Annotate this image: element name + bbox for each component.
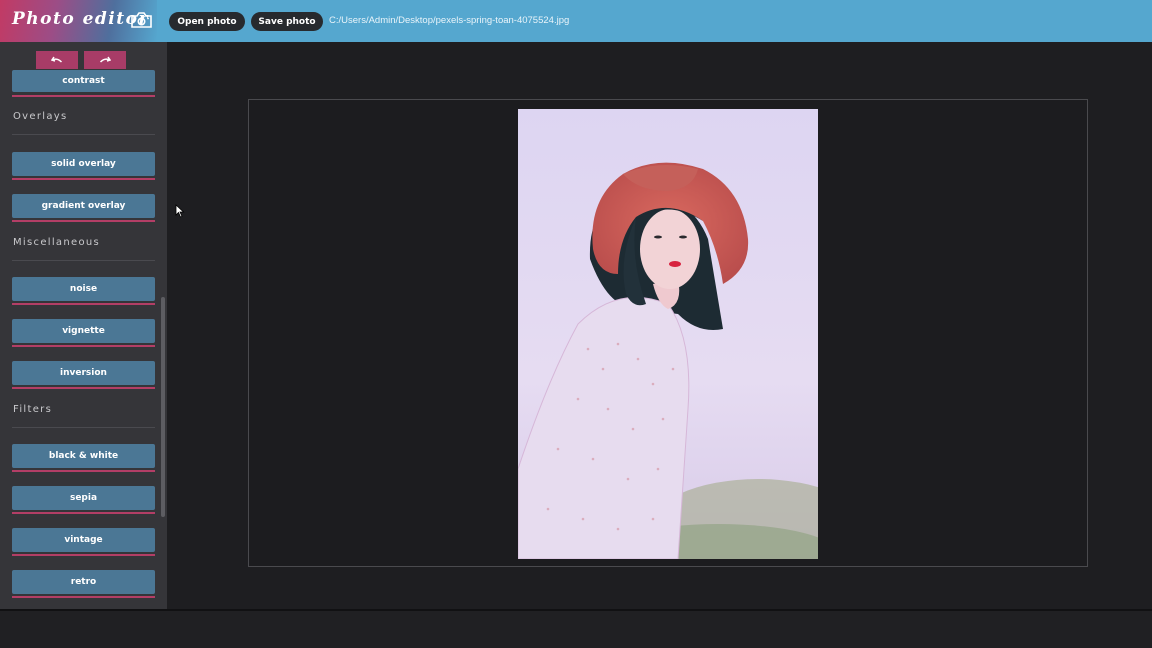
sidebar-scrollbar-thumb[interactable]	[161, 297, 165, 517]
status-bar	[0, 609, 1152, 648]
tool-underline	[12, 596, 155, 598]
vintage-button[interactable]: vintage	[12, 528, 155, 552]
mouse-cursor-icon	[175, 204, 185, 218]
app-title: Photo editor	[12, 9, 149, 29]
open-photo-button[interactable]: Open photo	[169, 12, 245, 31]
gradient-overlay-button[interactable]: gradient overlay	[12, 194, 155, 218]
tool-underline	[12, 345, 155, 347]
contrast-button[interactable]: contrast	[12, 70, 155, 92]
sepia-button[interactable]: sepia	[12, 486, 155, 510]
retro-button[interactable]: retro	[12, 570, 155, 594]
camera-icon	[131, 12, 152, 28]
section-divider	[12, 427, 155, 428]
section-title-miscellaneous: Miscellaneous	[13, 237, 101, 248]
photo-image	[518, 109, 818, 559]
tool-underline	[12, 178, 155, 180]
tool-underline	[12, 554, 155, 556]
redo-button[interactable]	[84, 51, 126, 69]
tool-underline	[12, 220, 155, 222]
noise-button[interactable]: noise	[12, 277, 155, 301]
file-path: C:/Users/Admin/Desktop/pexels-spring-toa…	[329, 15, 570, 26]
vignette-button[interactable]: vignette	[12, 319, 155, 343]
tool-underline	[12, 512, 155, 514]
tool-underline	[12, 387, 155, 389]
sidebar: contrast Overlays solid overlay gradient…	[0, 42, 167, 609]
inversion-button[interactable]: inversion	[12, 361, 155, 385]
undo-icon	[51, 56, 63, 63]
section-title-overlays: Overlays	[13, 111, 68, 122]
top-bar: Photo editor Open photo Save photo C:/Us…	[0, 0, 1152, 42]
undo-button[interactable]	[36, 51, 78, 69]
black-white-button[interactable]: black & white	[12, 444, 155, 468]
section-divider	[12, 260, 155, 261]
app-logo: Photo editor	[0, 0, 157, 42]
tool-underline	[12, 95, 155, 97]
solid-overlay-button[interactable]: solid overlay	[12, 152, 155, 176]
redo-icon	[99, 56, 111, 63]
section-divider	[12, 134, 155, 135]
tool-underline	[12, 470, 155, 472]
save-photo-button[interactable]: Save photo	[251, 12, 323, 31]
tool-underline	[12, 303, 155, 305]
photo-canvas[interactable]	[518, 109, 818, 559]
section-title-filters: Filters	[13, 404, 53, 415]
